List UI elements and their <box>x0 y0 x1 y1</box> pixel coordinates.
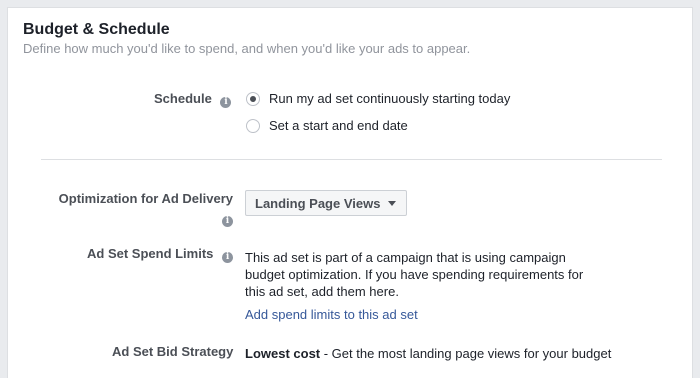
radio-button[interactable] <box>246 118 260 133</box>
info-icon[interactable]: i <box>222 252 234 263</box>
schedule-label: Schedule <box>154 91 212 106</box>
schedule-option-label: Run my ad set continuously starting toda… <box>269 91 511 106</box>
optimization-dropdown[interactable]: Landing Page Views <box>245 190 408 216</box>
caret-down-icon <box>388 200 397 206</box>
spend-limits-label-row: Ad Set Spend Limits i <box>87 246 234 263</box>
optimization-value: Landing Page Views <box>255 195 381 211</box>
add-spend-limits-link[interactable]: Add spend limits to this ad set <box>245 307 418 322</box>
bid-strategy-name: Lowest cost <box>245 346 321 361</box>
spend-limits-label: Ad Set Spend Limits <box>87 246 214 261</box>
schedule-label-row: Schedule i <box>154 91 232 108</box>
bid-strategy-description: - Get the most landing page views for yo… <box>320 346 612 361</box>
radio-button-selected[interactable] <box>246 91 260 106</box>
section-title: Budget & Schedule <box>23 21 170 38</box>
section-subtitle: Define how much you'd like to spend, and… <box>23 41 471 56</box>
schedule-option-start-end[interactable]: Set a start and end date <box>246 118 408 133</box>
spend-limits-description: This ad set is part of a campaign that i… <box>245 250 584 299</box>
schedule-option-label: Set a start and end date <box>269 118 408 133</box>
optimization-label-row: Optimization for Ad Delivery i <box>58 191 233 227</box>
section-divider <box>41 159 662 160</box>
budget-schedule-panel: Budget & Schedule Define how much you'd … <box>7 7 693 378</box>
info-icon[interactable]: i <box>220 97 232 108</box>
schedule-option-continuous[interactable]: Run my ad set continuously starting toda… <box>246 91 510 106</box>
bid-strategy-value: Lowest cost - Get the most landing page … <box>245 346 611 361</box>
optimization-label: Optimization for Ad Delivery <box>58 191 233 206</box>
bid-strategy-label: Ad Set Bid Strategy <box>112 344 234 359</box>
info-icon[interactable]: i <box>222 216 233 227</box>
